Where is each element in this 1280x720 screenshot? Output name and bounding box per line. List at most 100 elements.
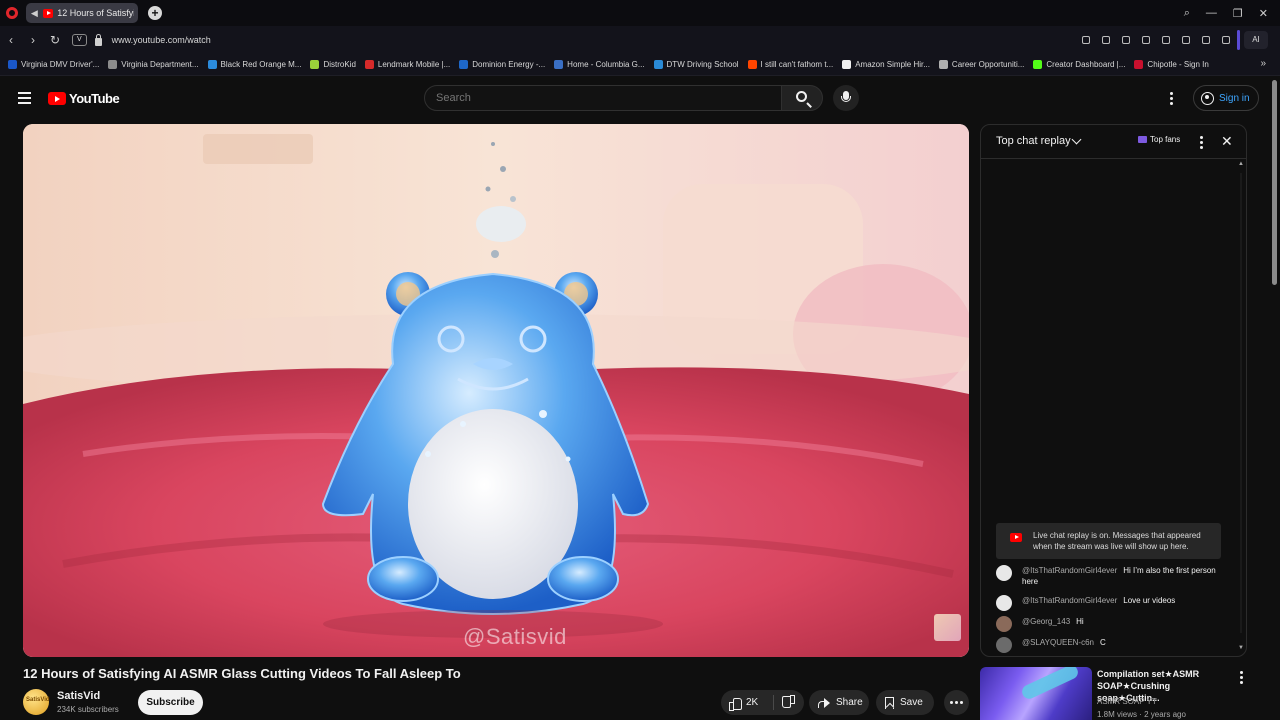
chat-author[interactable]: @SLAYQUEEN-c6n [1022,638,1094,647]
youtube-logo[interactable]: YouTube [48,91,120,106]
restore-icon[interactable]: ❐ [1233,7,1243,20]
search-button[interactable] [781,85,823,111]
url-field[interactable]: www.youtube.com/watch [112,35,211,45]
recommended-video-thumbnail[interactable] [980,667,1092,720]
reload-icon[interactable]: ↻ [44,33,66,47]
play-icon[interactable] [1142,36,1150,44]
search-box[interactable] [424,85,782,111]
vpn-badge[interactable]: V [72,34,87,46]
settings-kebab-icon[interactable] [1170,92,1174,107]
chat-author[interactable]: @Georg_143 [1022,617,1070,626]
bookmark-item[interactable]: DTW Driving School [653,60,739,69]
bookmark-item[interactable]: Amazon Simple Hir... [842,60,930,69]
bookmarks-overflow-icon[interactable]: » [1260,58,1266,69]
shield-icon[interactable] [1122,36,1130,44]
lock-icon[interactable] [94,34,102,46]
browser-search-icon[interactable]: ⌕ [1184,7,1190,20]
more-horizontal-icon [950,701,953,704]
browser-tab-bar: ◀ 12 Hours of Satisfying + ⌕ — ❐ ✕ [0,0,1280,26]
bookmark-item[interactable]: Lendmark Mobile |... [364,60,450,69]
subscribe-button[interactable]: Subscribe [138,690,203,715]
bookmark-item[interactable]: I still can't fathom t... [747,60,834,69]
bookmark-item[interactable]: Virginia DMV Driver'... [8,60,99,69]
forward-icon[interactable]: › [22,33,44,47]
youtube-logo-text: YouTube [69,91,120,106]
video-player[interactable]: @Satisvid [23,124,969,657]
search-input[interactable] [425,86,765,110]
bookmark-favicon-icon [459,60,469,69]
account-icon [1201,91,1214,105]
share-button[interactable]: Share [809,690,869,715]
speaker-icon[interactable]: ◀ [30,8,39,19]
bookmark-label: Chipotle - Sign In [1147,60,1209,69]
chat-scrollbar[interactable] [1240,173,1242,633]
chat-menu-kebab-icon[interactable] [1200,136,1203,151]
voice-search-button[interactable] [833,85,859,111]
top-fans-label: Top fans [1150,135,1181,144]
avatar[interactable] [996,616,1012,632]
edit-icon[interactable] [1082,36,1090,44]
back-icon[interactable]: ‹ [0,33,22,47]
chevron-down-icon[interactable] [1071,134,1082,145]
sidebar-divider [1237,30,1240,50]
top-fans-button[interactable]: Top fans [1138,135,1180,144]
browser-tab[interactable]: ◀ 12 Hours of Satisfying [26,3,138,23]
save-button[interactable]: Save [876,690,934,715]
heart-icon[interactable] [1162,36,1170,44]
channel-name[interactable]: SatisVid [57,690,100,702]
dislike-button[interactable] [775,690,804,715]
chat-text: Love ur videos [1123,596,1176,605]
menu-icon[interactable] [1202,36,1210,44]
like-dislike-group: 2K [721,690,804,715]
more-actions-button[interactable] [944,690,969,715]
chat-message-body: @ItsThatRandomGirl4ever Love ur videos [1022,595,1175,611]
bookmark-item[interactable]: Virginia Department... [108,60,199,69]
recommended-video-menu-icon[interactable] [1240,671,1243,686]
thumbs-up-icon [729,697,742,711]
chat-message[interactable]: @SLAYQUEEN-c6n C [996,637,1221,653]
bookmark-item[interactable]: DistroKid [310,60,356,69]
scroll-up-icon[interactable]: ▲ [1238,161,1244,167]
page-scrollbar[interactable] [1272,80,1277,285]
like-count: 2K [746,697,759,708]
chat-author[interactable]: @ItsThatRandomGirl4ever [1022,596,1117,605]
chat-message[interactable]: @ItsThatRandomGirl4ever Hi I’m also the f… [996,565,1221,587]
bookmark-label: I still can't fathom t... [760,60,834,69]
chat-replay-text: Live chat replay is on. Messages that ap… [1033,531,1201,551]
like-button[interactable]: 2K [721,690,771,715]
profile-icon[interactable] [1222,36,1230,44]
address-bar-actions [1082,26,1230,54]
scroll-down-icon[interactable]: ▼ [1238,645,1244,651]
bookmark-favicon-icon [364,60,374,69]
new-tab-button[interactable]: + [148,6,162,20]
bookmark-item[interactable]: Home - Columbia G... [554,60,645,69]
sign-in-button[interactable]: Sign in [1193,85,1259,111]
download-icon[interactable] [1182,36,1190,44]
share-icon [818,697,830,708]
chat-message[interactable]: @ItsThatRandomGirl4ever Love ur videos [996,595,1221,611]
camera-icon[interactable] [1102,36,1110,44]
close-window-icon[interactable]: ✕ [1259,7,1268,20]
channel-watermark-icon[interactable] [934,614,961,641]
avatar[interactable] [996,595,1012,611]
avatar[interactable] [996,565,1012,581]
bookmark-favicon-icon [554,60,564,69]
bookmark-label: Amazon Simple Hir... [855,60,930,69]
bookmark-item[interactable]: Black Red Orange M... [207,60,301,69]
youtube-logo-icon [48,92,66,105]
bookmark-item[interactable]: Dominion Energy -... [459,60,545,69]
bookmark-item[interactable]: Creator Dashboard |... [1033,60,1125,69]
ai-button[interactable]: AI [1244,31,1268,49]
channel-avatar[interactable]: SatisVid [23,689,50,715]
minimize-icon[interactable]: — [1206,7,1217,19]
opera-logo-icon[interactable] [6,7,18,19]
avatar[interactable] [996,637,1012,653]
chat-message[interactable]: @Georg_143 Hi [996,616,1221,632]
chat-mode-dropdown[interactable]: Top chat replay [996,135,1071,147]
close-chat-icon[interactable]: ✕ [1221,134,1233,148]
bookmark-item[interactable]: Career Opportuniti... [938,60,1024,69]
guide-menu-icon[interactable] [18,92,31,104]
recommended-video-channel[interactable]: ASMR SOAP YT [1097,697,1157,706]
chat-author[interactable]: @ItsThatRandomGirl4ever [1022,566,1117,575]
bookmark-item[interactable]: Chipotle - Sign In [1134,60,1209,69]
